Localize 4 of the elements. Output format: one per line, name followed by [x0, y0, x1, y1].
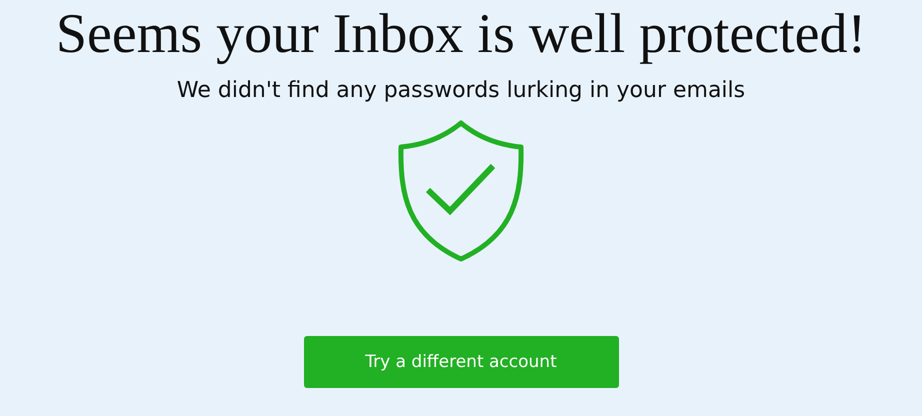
heading: Seems your Inbox is well protected! — [56, 2, 866, 66]
try-different-account-button[interactable]: Try a different account — [304, 336, 618, 388]
subtitle: We didn't find any passwords lurking in your emails — [176, 77, 746, 105]
shield-check-icon — [398, 120, 524, 262]
